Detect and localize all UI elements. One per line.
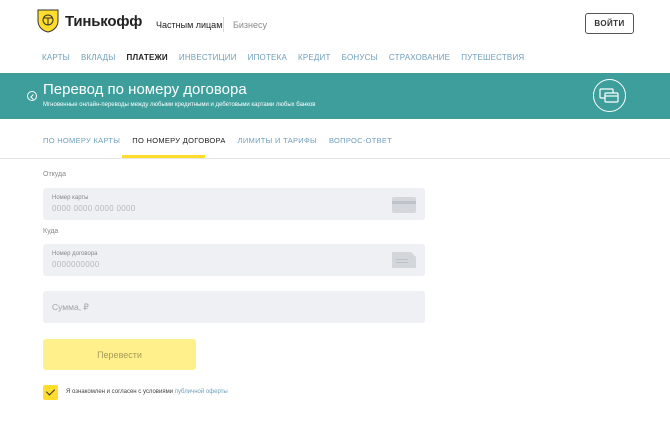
- page-subtitle: Мгновенные онлайн-переводы между любыми …: [43, 102, 316, 108]
- nav-item-travel[interactable]: ПУТЕШЕСТВИЯ: [461, 53, 524, 62]
- public-offer-link[interactable]: публичной оферты: [175, 389, 228, 395]
- logo-shield-icon: [37, 9, 59, 33]
- page-banner: Перевод по номеру договора Мгновенные он…: [0, 73, 670, 119]
- transfer-button[interactable]: Перевести: [43, 339, 196, 370]
- nav-item-investments[interactable]: ИНВЕСТИЦИИ: [179, 53, 237, 62]
- segment-business[interactable]: Бизнесу: [233, 20, 267, 30]
- segment-private[interactable]: Частным лицам: [156, 20, 222, 30]
- tab-limits[interactable]: ЛИМИТЫ И ТАРИФЫ: [238, 136, 317, 145]
- tabs-divider: [0, 158, 670, 159]
- agree-text: Я ознакомлен и согласен с условиями публ…: [66, 389, 228, 395]
- main-nav: КАРТЫ ВКЛАДЫ ПЛАТЕЖИ ИНВЕСТИЦИИ ИПОТЕКА …: [42, 53, 535, 62]
- login-button[interactable]: ВОЙТИ: [585, 13, 634, 34]
- tab-faq[interactable]: ВОПРОС-ОТВЕТ: [329, 136, 392, 145]
- card-number-field[interactable]: Номер карты 0000 0000 0000 0000: [43, 188, 425, 220]
- from-label: Откуда: [43, 171, 67, 178]
- amount-field[interactable]: Сумма, ₽: [43, 291, 425, 323]
- agree-label: Я ознакомлен и согласен с условиями: [66, 389, 174, 395]
- nav-item-insurance[interactable]: СТРАХОВАНИЕ: [389, 53, 450, 62]
- tab-by-card[interactable]: ПО НОМЕРУ КАРТЫ: [43, 136, 120, 145]
- nav-item-mortgage[interactable]: ИПОТЕКА: [248, 53, 287, 62]
- contract-number-field[interactable]: Номер договора 0000000000: [43, 244, 425, 276]
- back-arrow-icon[interactable]: [27, 91, 37, 101]
- transfer-tabs: ПО НОМЕРУ КАРТЫ ПО НОМЕРУ ДОГОВОРА ЛИМИТ…: [43, 136, 404, 145]
- brand-name: Тинькофф: [65, 12, 143, 30]
- segment-divider: [223, 17, 224, 32]
- tab-by-contract[interactable]: ПО НОМЕРУ ДОГОВОРА: [132, 136, 225, 145]
- contract-number-input[interactable]: 0000000000: [52, 260, 100, 269]
- nav-item-cards[interactable]: КАРТЫ: [42, 53, 70, 62]
- nav-item-deposits[interactable]: ВКЛАДЫ: [81, 53, 116, 62]
- document-icon: [392, 252, 416, 268]
- to-label: Куда: [43, 228, 59, 235]
- contract-number-label: Номер договора: [52, 251, 98, 257]
- nav-item-credit[interactable]: КРЕДИТ: [298, 53, 331, 62]
- amount-input[interactable]: Сумма, ₽: [52, 302, 89, 313]
- card-number-input[interactable]: 0000 0000 0000 0000: [52, 204, 136, 213]
- header: Тинькофф Частным лицам Бизнесу ВОЙТИ: [0, 0, 670, 46]
- card-number-label: Номер карты: [52, 195, 89, 201]
- nav-item-bonuses[interactable]: БОНУСЫ: [342, 53, 378, 62]
- cards-transfer-icon: [593, 79, 626, 112]
- page-title: Перевод по номеру договора: [43, 81, 247, 98]
- credit-card-icon: [392, 197, 416, 213]
- logo[interactable]: Тинькофф: [37, 9, 142, 33]
- nav-item-payments[interactable]: ПЛАТЕЖИ: [127, 53, 168, 62]
- agree-checkbox[interactable]: [43, 385, 58, 400]
